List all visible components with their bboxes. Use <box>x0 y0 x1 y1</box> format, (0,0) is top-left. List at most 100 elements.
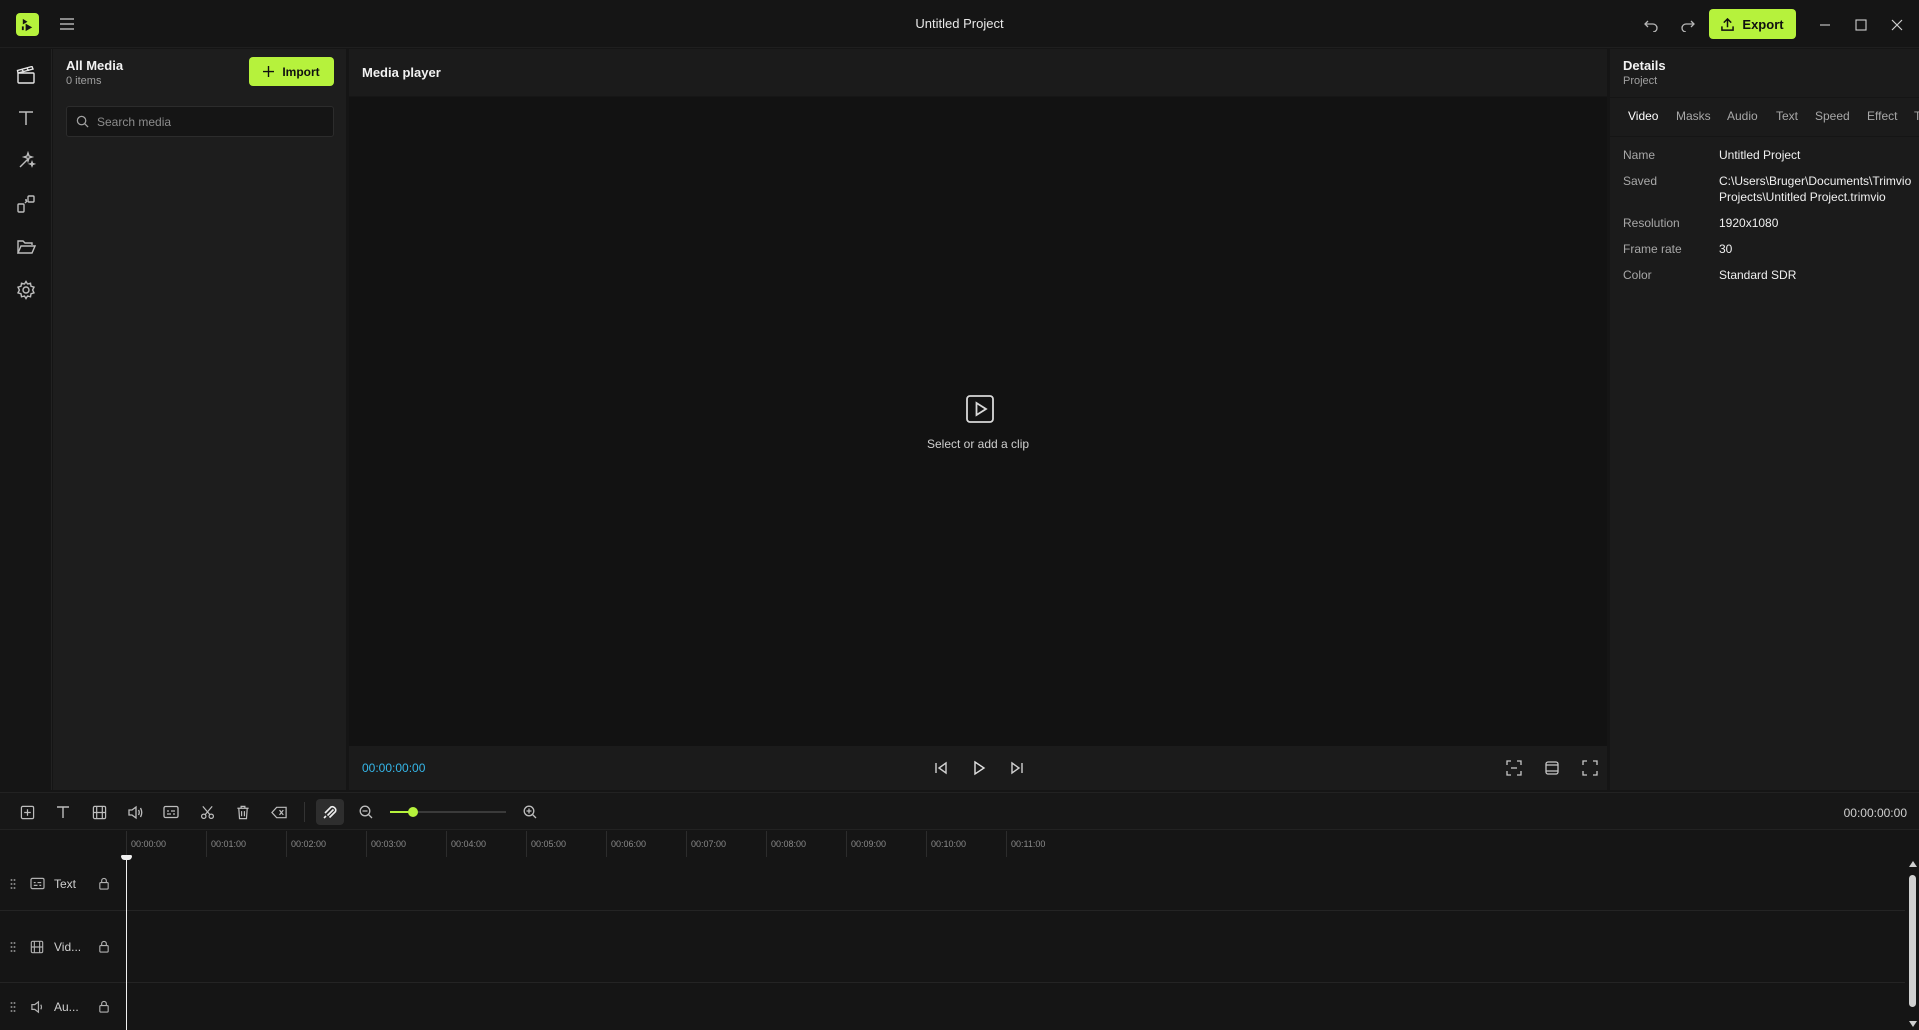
lock-icon[interactable] <box>96 876 112 892</box>
add-media-icon[interactable] <box>16 801 38 823</box>
step-forward-icon[interactable] <box>1006 757 1028 779</box>
import-label: Import <box>282 64 320 79</box>
ruler-tick-label: 00:11:00 <box>1011 839 1046 849</box>
track-audio[interactable]: Au... <box>0 983 1905 1030</box>
ruler-tick-label: 00:01:00 <box>211 839 247 849</box>
tab-video[interactable]: Video <box>1628 109 1658 123</box>
track-video[interactable]: Vid... <box>0 911 1905 983</box>
player-timecode: 00:00:00:00 <box>362 761 426 775</box>
track-text[interactable]: Text <box>0 857 1905 911</box>
ruler-tick <box>446 831 447 857</box>
nav-transitions-button[interactable] <box>12 190 40 218</box>
hamburger-menu-icon[interactable] <box>57 14 77 34</box>
import-button[interactable]: Import <box>249 57 334 86</box>
trimvio-logo-icon[interactable] <box>16 13 39 36</box>
speaker-icon <box>29 999 45 1015</box>
timeline-scrollbar[interactable] <box>1906 857 1919 1030</box>
ruler-tick-label: 00:04:00 <box>451 839 487 849</box>
zoom-out-icon[interactable] <box>355 801 377 823</box>
nav-text-button[interactable] <box>12 104 40 132</box>
undo-icon[interactable] <box>1640 14 1662 36</box>
prop-name-label: Name <box>1623 148 1656 162</box>
details-tabs: Video Masks Audio Text Speed Effect T <box>1610 97 1919 137</box>
zoom-slider[interactable] <box>390 807 506 817</box>
scroll-up-icon[interactable] <box>1909 861 1917 867</box>
tab-text[interactable]: Text <box>1776 109 1798 123</box>
scrollbar-thumb[interactable] <box>1909 875 1916 1007</box>
play-icon[interactable] <box>968 757 990 779</box>
playhead-handle[interactable] <box>121 855 132 860</box>
ruler-tick <box>686 831 687 857</box>
details-panel: Details Project Video Masks Audio Text S… <box>1610 49 1919 790</box>
transition-icon <box>17 195 35 213</box>
export-button[interactable]: Export <box>1709 9 1796 39</box>
upload-icon <box>1721 17 1735 31</box>
scissors-icon[interactable] <box>196 801 218 823</box>
fullscreen-icon[interactable] <box>1579 757 1601 779</box>
prop-framerate-value: 30 <box>1719 242 1733 256</box>
tab-speed[interactable]: Speed <box>1815 109 1850 123</box>
prop-color-label: Color <box>1623 268 1652 282</box>
toolbar-divider <box>304 802 305 822</box>
step-back-icon[interactable] <box>930 757 952 779</box>
track-name: Text <box>54 876 77 891</box>
zoom-in-icon[interactable] <box>519 801 541 823</box>
drag-handle-icon[interactable] <box>10 1001 18 1013</box>
prop-name-value: Untitled Project <box>1719 148 1801 162</box>
prop-color-value: Standard SDR <box>1719 268 1797 282</box>
ruler-tick <box>606 831 607 857</box>
zoom-slider-handle[interactable] <box>408 807 419 817</box>
side-nav <box>0 49 52 790</box>
details-subtitle: Project <box>1623 75 1658 87</box>
ruler-tick <box>846 831 847 857</box>
ruler-tick <box>206 831 207 857</box>
tab-masks[interactable]: Masks <box>1676 109 1711 123</box>
audio-icon[interactable] <box>124 801 146 823</box>
minimize-icon[interactable] <box>1814 14 1836 36</box>
caption-icon[interactable] <box>160 801 182 823</box>
fit-screen-icon[interactable] <box>1503 757 1525 779</box>
tab-effect[interactable]: Effect <box>1867 109 1897 123</box>
media-player: Media player Select or add a clip 00:00:… <box>349 49 1607 790</box>
delete-icon[interactable] <box>232 801 254 823</box>
drag-handle-icon[interactable] <box>10 878 18 890</box>
ruler-tick <box>366 831 367 857</box>
clapperboard-icon <box>16 66 35 84</box>
track-name: Au... <box>54 999 79 1014</box>
drag-handle-icon[interactable] <box>10 941 18 953</box>
window-title: Untitled Project <box>915 16 1004 31</box>
nav-settings-button[interactable] <box>12 276 40 304</box>
add-text-icon[interactable] <box>52 801 74 823</box>
track-name: Vid... <box>54 939 82 954</box>
close-icon[interactable] <box>1886 14 1908 36</box>
lock-icon[interactable] <box>96 939 112 955</box>
lock-icon[interactable] <box>96 999 112 1015</box>
track-header: Text <box>0 857 124 910</box>
caption-icon <box>29 876 45 892</box>
search-input[interactable] <box>97 114 317 129</box>
maximize-icon[interactable] <box>1850 14 1872 36</box>
gear-icon <box>17 280 35 300</box>
timeline-tracks: Text Vid... Au... <box>0 857 1919 1030</box>
playhead[interactable] <box>126 857 127 1030</box>
timeline-toolbar: 00:00:00:00 <box>0 792 1919 830</box>
redo-icon[interactable] <box>1677 14 1699 36</box>
nav-effects-button[interactable] <box>12 147 40 175</box>
ripple-delete-icon[interactable] <box>268 801 290 823</box>
ruler-tick <box>766 831 767 857</box>
prop-resolution-value: 1920x1080 <box>1719 216 1779 230</box>
aspect-ratio-icon[interactable] <box>1541 757 1563 779</box>
media-panel-title: All Media <box>66 58 124 73</box>
nav-media-button[interactable] <box>12 61 40 89</box>
nav-projects-button[interactable] <box>12 233 40 261</box>
film-icon[interactable] <box>88 801 110 823</box>
timeline-timecode: 00:00:00:00 <box>1843 806 1907 820</box>
tab-overflow[interactable]: T <box>1914 109 1919 123</box>
ruler-tick <box>286 831 287 857</box>
details-title: Details <box>1623 58 1666 73</box>
text-icon <box>19 111 33 125</box>
tab-audio[interactable]: Audio <box>1727 109 1758 123</box>
timeline-ruler[interactable]: 00:00:00 00:01:00 00:02:00 00:03:00 00:04:00… <box>0 831 1919 857</box>
scroll-down-icon[interactable] <box>1909 1021 1917 1027</box>
magnet-snap-icon[interactable] <box>316 799 344 825</box>
